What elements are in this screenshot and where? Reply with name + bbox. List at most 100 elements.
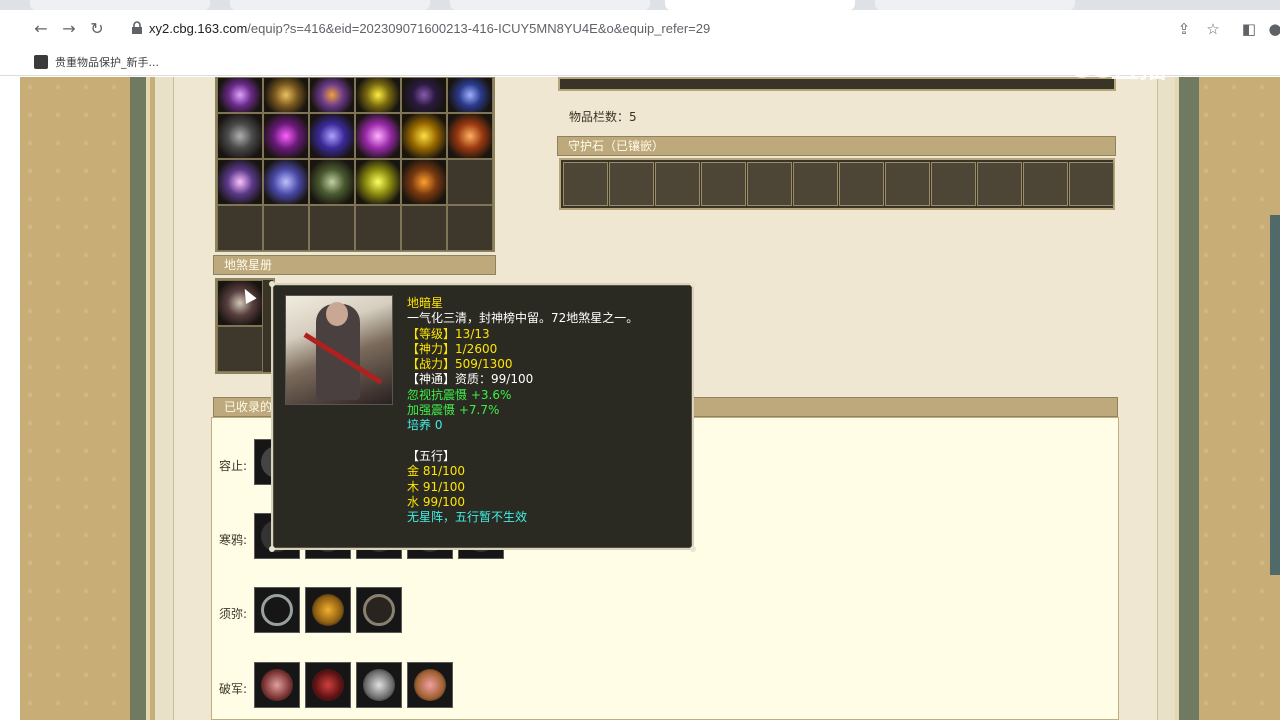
wuxing-note: 无星阵，五行暂不生效 [407, 510, 528, 525]
lock-icon [132, 21, 142, 34]
guardian-stone-slot[interactable] [701, 162, 746, 206]
guardian-stone-slot[interactable] [977, 162, 1022, 206]
card-power: 【神力】1/2600 [407, 341, 498, 356]
item-slot[interactable] [401, 159, 447, 205]
item-slot[interactable] [217, 113, 263, 159]
back-icon[interactable]: ← [30, 18, 52, 40]
item-slot-empty[interactable] [447, 159, 493, 205]
item-slot[interactable] [401, 113, 447, 159]
profile-icon[interactable]: ● [1264, 18, 1280, 40]
disha-card-slot[interactable] [217, 280, 263, 326]
item-slot[interactable] [309, 77, 355, 113]
character-portrait [285, 295, 393, 405]
tooltip-corner [269, 281, 275, 287]
card-bonus: 加强震慑 +7.7% [407, 403, 500, 418]
left-rail [130, 77, 150, 720]
disha-header: 地煞星册 [213, 255, 496, 275]
item-slot[interactable] [309, 159, 355, 205]
guardian-stone-header: 守护石（已镶嵌） [557, 136, 1116, 156]
wuxing-metal: 金 81/100 [407, 464, 466, 479]
guardian-stone-slot[interactable] [1069, 162, 1114, 206]
card-bonus: 忽视抗震慑 +3.6% [407, 387, 512, 402]
guardian-stone-slot[interactable] [609, 162, 654, 206]
armor-icon[interactable] [254, 662, 300, 708]
guardian-stone-grid [559, 158, 1115, 210]
item-slot-empty[interactable] [447, 205, 493, 251]
top-storage-strip [558, 77, 1116, 91]
item-slot[interactable] [263, 77, 309, 113]
collected-row-label: 容止: [219, 459, 248, 473]
amulet-icon[interactable] [356, 587, 402, 633]
guardian-stone-slot[interactable] [839, 162, 884, 206]
bracelet-icon[interactable] [356, 662, 402, 708]
item-slot[interactable] [401, 77, 447, 113]
ring-icon[interactable] [305, 587, 351, 633]
card-shentong: 【神通】资质：99/100 [407, 372, 534, 387]
url-host: xy2.cbg.163.com [149, 21, 248, 36]
belt-icon[interactable] [407, 662, 453, 708]
guardian-stone-slot[interactable] [1023, 162, 1068, 206]
scrollbar-edge[interactable] [1270, 215, 1280, 575]
card-description: 一气化三清，封神榜中留。72地煞星之一。 [407, 311, 639, 326]
tab-strip [0, 0, 1280, 10]
item-slot[interactable] [263, 159, 309, 205]
browser-tab[interactable] [875, 0, 1075, 10]
item-slot[interactable] [217, 77, 263, 113]
collected-row-label: 须弥: [219, 607, 248, 621]
item-slot-empty[interactable] [217, 205, 263, 251]
guardian-stone-slot[interactable] [793, 162, 838, 206]
url-text: xy2.cbg.163.com/equip?s=416&eid=20230907… [149, 21, 710, 36]
item-slot[interactable] [355, 159, 401, 205]
browser-tab[interactable] [450, 0, 650, 10]
address-bar[interactable]: xy2.cbg.163.com/equip?s=416&eid=20230907… [120, 15, 1160, 43]
stream-watermark: CC直播 [1070, 51, 1168, 84]
card-nurture: 培养 0 [407, 418, 443, 433]
guardian-stone-slot[interactable] [655, 162, 700, 206]
star-icon[interactable]: ☆ [1202, 18, 1224, 40]
card-level: 【等级】13/13 [407, 326, 490, 341]
item-slot-empty[interactable] [355, 205, 401, 251]
bookmark-item[interactable]: 贵重物品保护_新手... [34, 54, 159, 70]
guardian-stone-slot[interactable] [563, 162, 608, 206]
tooltip-corner [269, 546, 275, 552]
collected-row-label: 寒鸦: [219, 533, 248, 547]
card-name: 地暗星 [407, 296, 444, 310]
item-slots-count: 物品栏数：5 [569, 110, 637, 124]
side-panel-icon[interactable]: ◧ [1238, 18, 1260, 40]
wuxing-water: 水 99/100 [407, 494, 466, 509]
item-slot-empty[interactable] [263, 205, 309, 251]
tooltip-corner [690, 546, 696, 552]
guardian-stone-slot[interactable] [885, 162, 930, 206]
bookmark-favicon-icon [34, 55, 48, 69]
card-combat: 【战力】509/1300 [407, 357, 513, 372]
item-slot[interactable] [263, 113, 309, 159]
share-icon[interactable]: ⇪ [1173, 18, 1195, 40]
item-slot[interactable] [447, 77, 493, 113]
guardian-stone-slot[interactable] [931, 162, 976, 206]
bookmark-label: 贵重物品保护_新手... [55, 56, 159, 69]
item-slot[interactable] [355, 77, 401, 113]
card-tooltip: 地暗星 一气化三清，封神榜中留。72地煞星之一。 【等级】13/13 【神力】1… [269, 281, 696, 552]
reload-icon[interactable]: ↻ [86, 18, 108, 40]
url-path: /equip?s=416&eid=202309071600213-416-ICU… [247, 21, 711, 36]
browser-tab[interactable] [230, 0, 430, 10]
tooltip-corner [690, 281, 696, 287]
browser-tab-active[interactable] [665, 0, 855, 10]
item-slot[interactable] [217, 159, 263, 205]
forward-icon[interactable]: → [58, 18, 80, 40]
disha-card-slot-empty[interactable] [217, 326, 263, 372]
item-slot[interactable] [447, 113, 493, 159]
item-slot[interactable] [309, 113, 355, 159]
browser-tab[interactable] [30, 0, 210, 10]
wuxing-title: 【五行】 [407, 448, 456, 463]
item-slot-empty[interactable] [401, 205, 447, 251]
right-rail [1175, 77, 1199, 720]
guardian-stone-slot[interactable] [747, 162, 792, 206]
tooltip-text: 地暗星 一气化三清，封神榜中留。72地煞星之一。 【等级】13/13 【神力】1… [407, 296, 687, 525]
helmet-icon[interactable] [305, 662, 351, 708]
necklace-icon[interactable] [254, 587, 300, 633]
item-slot[interactable] [355, 113, 401, 159]
browser-toolbar: ← → ↻ xy2.cbg.163.com/equip?s=416&eid=20… [0, 10, 1280, 48]
item-slot-empty[interactable] [309, 205, 355, 251]
